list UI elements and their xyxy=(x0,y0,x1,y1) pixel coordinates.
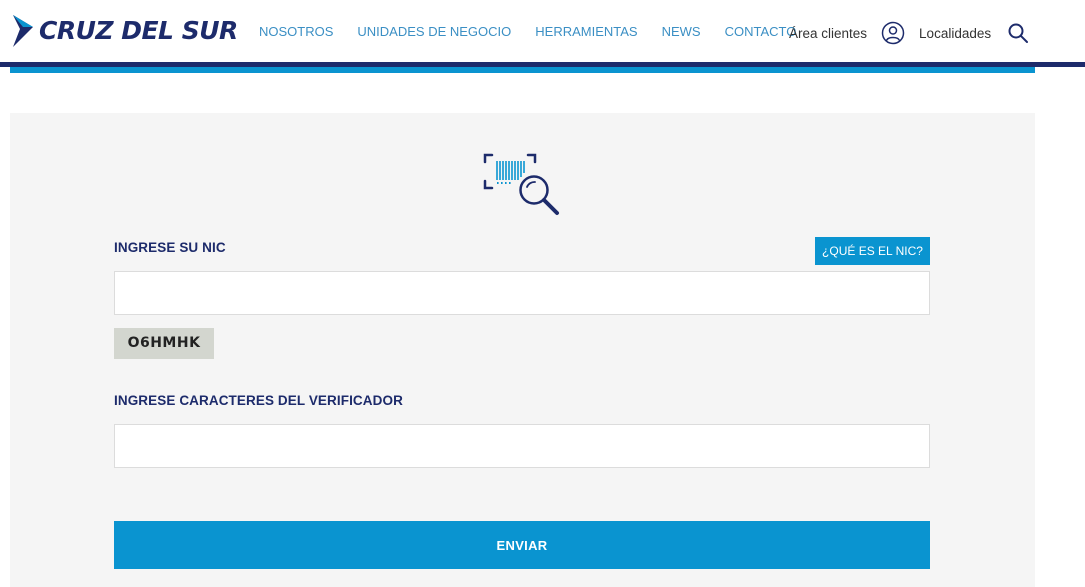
submit-button[interactable]: ENVIAR xyxy=(114,521,930,569)
utility-links: Área clientes Localidades xyxy=(789,20,1029,46)
user-circle-icon[interactable] xyxy=(881,21,905,45)
nic-label: INGRESE SU NIC xyxy=(114,240,226,255)
logo-text: CRUZ DEL SUR xyxy=(39,16,238,45)
nav-item-contacto[interactable]: CONTACTO xyxy=(725,24,797,40)
logo-link[interactable]: CRUZ DEL SUR xyxy=(11,14,238,48)
what-is-nic-button[interactable]: ¿QUÉ ES EL NIC? xyxy=(815,237,930,265)
nic-input[interactable] xyxy=(114,271,930,315)
search-icon[interactable] xyxy=(1007,22,1029,44)
locations-link[interactable]: Localidades xyxy=(919,26,991,41)
header-divider-blue xyxy=(10,67,1035,73)
site-header: CRUZ DEL SUR NOSOTROS UNIDADES DE NEGOCI… xyxy=(0,0,1085,62)
nav-item-news[interactable]: NEWS xyxy=(662,24,701,40)
main-nav: NOSOTROS UNIDADES DE NEGOCIO HERRAMIENTA… xyxy=(259,24,820,40)
verifier-input[interactable] xyxy=(114,424,930,468)
barcode-search-icon xyxy=(483,153,559,215)
nav-item-nosotros[interactable]: NOSOTROS xyxy=(259,24,333,40)
client-area-link[interactable]: Área clientes xyxy=(789,26,867,41)
captcha-code: O6HMHK xyxy=(114,328,214,359)
nav-item-unidades-de-negocio[interactable]: UNIDADES DE NEGOCIO xyxy=(357,24,511,40)
nav-item-herramientas[interactable]: HERRAMIENTAS xyxy=(535,24,637,40)
arrow-logo-icon xyxy=(13,15,33,47)
verifier-label: INGRESE CARACTERES DEL VERIFICADOR xyxy=(114,393,403,408)
